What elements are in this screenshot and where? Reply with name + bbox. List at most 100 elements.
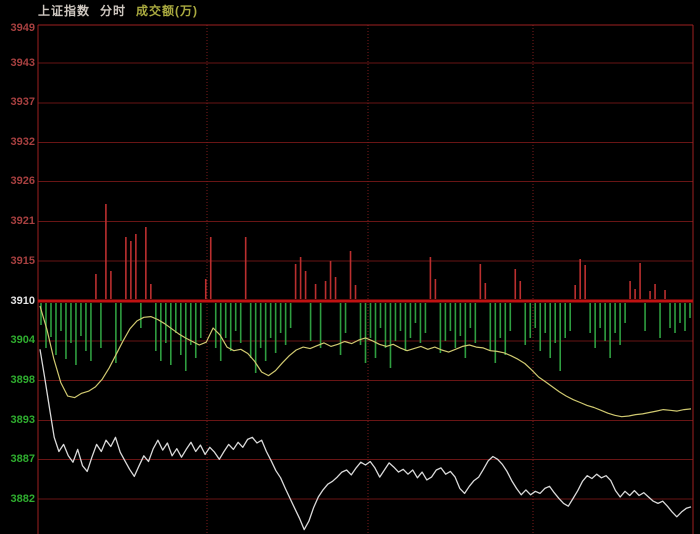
- volume-bar-down: [509, 303, 512, 331]
- volume-bar-down: [274, 303, 277, 353]
- volume-bar-down: [80, 303, 82, 336]
- volume-bar-down: [379, 303, 382, 328]
- volume-bar-down: [120, 303, 122, 341]
- volume-bar-down: [65, 303, 67, 359]
- volume-bar-down: [374, 303, 377, 358]
- volume-bar-down: [404, 303, 407, 351]
- volume-bar-down: [494, 303, 497, 363]
- volume-bar-up: [434, 279, 437, 299]
- volume-bar-down: [90, 303, 92, 361]
- volume-bar-down: [60, 303, 62, 331]
- volume-bar-up: [479, 264, 482, 299]
- volume-bar-down: [319, 303, 322, 348]
- y-axis-label: 3915: [10, 254, 35, 267]
- volume-bar-down: [439, 303, 442, 353]
- volume-bar-up: [354, 285, 357, 299]
- volume-bar-down: [170, 303, 172, 365]
- y-axis-label: 3926: [10, 175, 35, 188]
- volume-bar-down: [534, 303, 537, 328]
- volume-bar-down: [539, 303, 542, 351]
- volume-bar-up: [484, 283, 487, 299]
- volume-bar-down: [569, 303, 571, 331]
- volume-bar-up: [244, 237, 247, 299]
- volume-bar-down: [249, 303, 252, 358]
- volume-bar-down: [214, 303, 217, 348]
- volume-bar-down: [554, 303, 557, 343]
- volume-bar-up: [150, 284, 152, 299]
- volume-bar-down: [264, 303, 267, 361]
- y-axis-label: 3910: [10, 294, 35, 307]
- y-axis-label: 3882: [10, 492, 35, 505]
- volume-bar-down: [229, 303, 232, 351]
- volume-bar-down: [339, 303, 342, 355]
- volume-bar-down: [619, 303, 621, 345]
- volume-bar-down: [419, 303, 422, 343]
- volume-bar-down: [409, 303, 412, 338]
- volume-bar-down: [604, 303, 606, 341]
- volume-bar-up: [145, 227, 147, 299]
- y-axis-label: 3943: [10, 56, 35, 69]
- volume-bar-down: [219, 303, 222, 361]
- volume-bar-down: [449, 303, 452, 331]
- volume-bar-down: [684, 303, 686, 331]
- volume-bar-up: [574, 285, 576, 299]
- volume-bar-up: [629, 281, 631, 299]
- volume-bar-down: [100, 303, 102, 348]
- volume-bar-down: [50, 303, 52, 337]
- volume-bar-down: [399, 303, 402, 331]
- volume-bar-down: [464, 303, 467, 358]
- volume-bar-up: [639, 263, 641, 299]
- volume-bar-up: [95, 274, 97, 299]
- volume-bar-up: [579, 259, 581, 299]
- y-axis-label: 3932: [10, 136, 35, 149]
- prev-close-line: [38, 299, 693, 303]
- volume-bar-down: [344, 303, 347, 333]
- volume-bar-down: [239, 303, 242, 343]
- volume-bar-down: [489, 303, 492, 351]
- volume-bar-up: [130, 241, 132, 299]
- volume-bar-down: [55, 303, 57, 355]
- volume-bar-up: [299, 257, 302, 299]
- y-axis-label: 3887: [10, 452, 35, 465]
- volume-bar-down: [279, 303, 282, 333]
- volume-bar-down: [394, 303, 397, 341]
- volume-bar-down: [389, 303, 392, 368]
- volume-bar-down: [85, 303, 87, 351]
- chart-header: 上证指数 分时 成交额(万): [38, 2, 198, 19]
- volume-bar-down: [679, 303, 681, 323]
- volume-bar-up: [324, 281, 327, 299]
- volume-bar-down: [504, 303, 507, 355]
- volume-bar-up: [209, 237, 212, 299]
- volume-bar-down: [689, 303, 691, 318]
- volume-bar-up: [110, 271, 112, 299]
- volume-bar-down: [659, 303, 661, 338]
- y-axis-label: 3921: [10, 214, 35, 227]
- volume-bar-up: [105, 204, 107, 299]
- volume-bar-down: [199, 303, 202, 338]
- volume-bar-down: [184, 303, 187, 371]
- volume-bar-down: [454, 303, 457, 348]
- y-axis-label: 3898: [10, 374, 35, 387]
- volume-bar-up: [664, 290, 666, 299]
- y-axis: 3949 3943 3937 3932 3926 3921 3915 3910 3904 3898…: [0, 0, 36, 534]
- volume-bar-down: [459, 303, 462, 336]
- volume-bar-down: [624, 303, 626, 323]
- volume-bar-up: [294, 264, 297, 299]
- volume-bar-down: [564, 303, 566, 338]
- volume-bar-up: [514, 269, 517, 299]
- volume-bar-down: [194, 303, 197, 358]
- volume-bar-down: [589, 303, 591, 333]
- plot-area[interactable]: [0, 0, 700, 534]
- index-name-label: 上证指数: [38, 4, 91, 18]
- volume-bar-up: [349, 251, 352, 299]
- volume-bar-down: [674, 303, 676, 333]
- volume-bar-down: [524, 303, 527, 345]
- volume-bar-down: [259, 303, 262, 348]
- volume-bar-down: [644, 303, 646, 331]
- volume-bar-down: [474, 303, 477, 343]
- volume-bar-up: [334, 277, 337, 299]
- volume-bar-up: [519, 281, 522, 299]
- volume-bar-up: [135, 234, 137, 299]
- volume-unit-label: 成交额(万): [136, 4, 199, 18]
- volume-bar-down: [174, 303, 177, 333]
